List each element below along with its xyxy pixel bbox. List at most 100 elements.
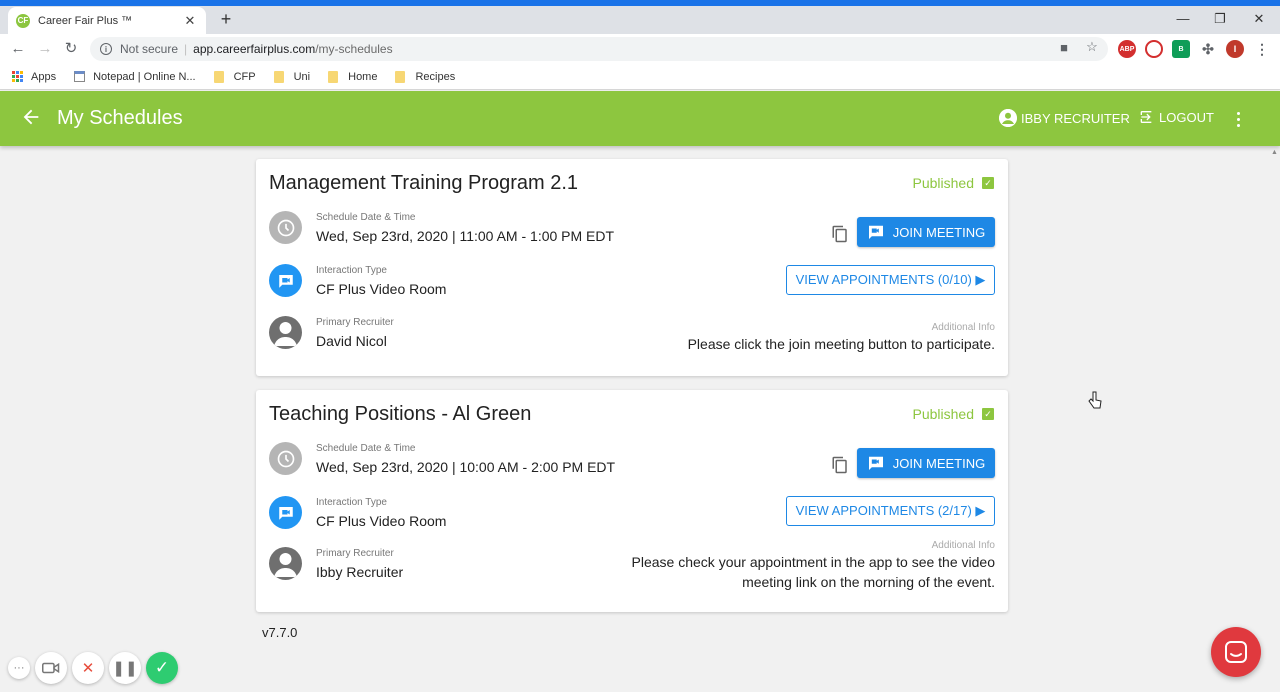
date-label: Schedule Date & Time [316, 211, 416, 223]
logout-icon [1140, 111, 1152, 123]
additional-info-value: Please check your appointment in the app… [632, 552, 995, 592]
bookmark-uni[interactable]: Uni [273, 70, 310, 83]
tab-close-icon[interactable]: ✕ [182, 13, 198, 29]
status-badge: Published ✓ [912, 175, 994, 191]
site-info-icon[interactable]: i [100, 43, 112, 55]
scroll-up-arrow-icon[interactable]: ▲ [1271, 149, 1278, 156]
cancel-recording-icon[interactable]: ✕ [72, 652, 104, 684]
person-icon [269, 316, 302, 349]
status-badge: Published ✓ [913, 406, 994, 422]
schedule-date-row: Schedule Date & Time Wed, Sep 23rd, 2020… [269, 442, 615, 475]
bookmarks-bar: Apps Notepad | Online N... CFP Uni Home … [0, 64, 1280, 90]
additional-info-value: Please click the join meeting button to … [688, 334, 995, 354]
bookmark-label: Home [348, 70, 378, 83]
bookmark-star-icon[interactable]: ☆ [1084, 39, 1100, 55]
minimize-icon[interactable]: — [1168, 9, 1198, 29]
bookmark-recipes[interactable]: Recipes [395, 70, 456, 83]
additional-info-line: Please click the join meeting button to … [687, 336, 995, 352]
schedule-title: Management Training Program 2.1 [269, 172, 579, 194]
date-value: Wed, Sep 23rd, 2020 | 10:00 AM - 2:00 PM… [316, 458, 616, 475]
forward-icon[interactable]: → [35, 39, 55, 59]
restore-icon[interactable]: ❐ [1205, 9, 1235, 29]
copy-icon[interactable] [831, 224, 849, 244]
schedule-card: Management Training Program 2.1 Publishe… [256, 159, 1008, 376]
bookmark-cfp[interactable]: CFP [213, 70, 256, 83]
recruiter-label: Primary Recruiter [316, 316, 394, 328]
url-host: app.careerfairplus.com [193, 42, 316, 56]
view-appointments-button[interactable]: VIEW APPOINTMENTS (2/17) ▶ [786, 496, 995, 526]
logout-button[interactable]: LOGOUT [1138, 109, 1214, 125]
account-circle-icon [999, 109, 1017, 127]
not-secure-label: Not secure [120, 42, 179, 56]
join-meeting-button[interactable]: JOIN MEETING [857, 448, 995, 478]
finish-recording-icon[interactable]: ✓ [146, 652, 178, 684]
user-menu[interactable]: IBBY RECRUITER [999, 109, 1130, 127]
puzzle-extensions-icon[interactable]: ✣ [1199, 40, 1217, 58]
camera-icon[interactable]: ■ [1056, 40, 1072, 55]
bookmark-label: Recipes [415, 70, 456, 83]
schedule-card: Teaching Positions - Al Green Published … [256, 390, 1008, 612]
cfp-favicon-icon: CF [16, 13, 30, 28]
interaction-type-row: Interaction Type CF Plus Video Room [269, 264, 446, 297]
person-icon [269, 547, 302, 580]
camera-toggle-icon[interactable] [35, 652, 67, 684]
bookmark-apps[interactable]: Apps [12, 71, 56, 83]
chrome-extension-icon[interactable] [1145, 40, 1163, 58]
folder-icon [328, 70, 339, 83]
video-chat-icon [269, 264, 302, 297]
join-meeting-button[interactable]: JOIN MEETING [857, 217, 995, 247]
interaction-type-row: Interaction Type CF Plus Video Room [269, 496, 446, 529]
join-meeting-label: JOIN MEETING [892, 224, 986, 240]
additional-info-label: Additional Info [931, 322, 995, 333]
folder-icon [395, 70, 406, 83]
view-appointments-button[interactable]: VIEW APPOINTMENTS (0/10) ▶ [786, 265, 995, 295]
browser-tab[interactable]: CF Career Fair Plus ™ ✕ [8, 7, 206, 34]
omnibox-separator: | [184, 42, 188, 56]
clock-icon [269, 211, 302, 244]
folder-icon [213, 70, 224, 83]
bookmark-home[interactable]: Home [328, 70, 378, 83]
recruiter-value: David Nicol [316, 332, 387, 349]
bookmark-notepad[interactable]: Notepad | Online N... [74, 71, 196, 83]
date-label: Schedule Date & Time [316, 442, 416, 454]
app-version: v7.7.0 [262, 625, 298, 640]
sheets-extension-icon[interactable]: B [1172, 40, 1190, 58]
url-path: /my-schedules [315, 42, 393, 56]
status-label: Published [912, 175, 975, 191]
copy-icon[interactable] [831, 455, 849, 475]
adblock-extension-icon[interactable]: ABP [1118, 40, 1136, 58]
more-icon[interactable]: ··· [8, 657, 30, 679]
back-icon[interactable]: ← [8, 39, 28, 59]
recorder-toolbar: ··· ✕ ❚❚ ✓ [8, 652, 178, 684]
apps-grid-icon [12, 71, 23, 82]
more-options-icon[interactable] [1230, 109, 1246, 129]
reload-icon[interactable]: ↻ [61, 39, 81, 59]
address-bar[interactable]: i Not secure | app.careerfairplus.com/my… [90, 37, 1108, 61]
window-close-icon[interactable]: ✕ [1244, 9, 1274, 29]
back-arrow-icon[interactable] [20, 106, 42, 128]
extensions-bar: ABP B ✣ I ⋮ [1118, 40, 1271, 58]
checkbox-checked-icon: ✓ [982, 177, 994, 189]
schedule-date-row: Schedule Date & Time Wed, Sep 23rd, 2020… [269, 211, 614, 244]
checkbox-checked-icon: ✓ [982, 408, 994, 420]
pause-icon[interactable]: ❚❚ [109, 652, 141, 684]
logout-label: LOGOUT [1159, 109, 1214, 125]
video-chat-icon [868, 225, 883, 239]
bookmark-label: CFP [233, 70, 256, 83]
chat-launcher-button[interactable] [1211, 627, 1261, 677]
additional-info-line: Please check your appointment in the app… [631, 554, 995, 570]
type-label: Interaction Type [316, 264, 387, 276]
new-tab-button[interactable]: + [216, 9, 236, 29]
chat-icon [1225, 641, 1247, 663]
additional-info-label: Additional Info [931, 540, 995, 551]
browser-menu-icon[interactable]: ⋮ [1253, 40, 1271, 58]
recruiter-row: Primary Recruiter David Nicol [269, 316, 394, 349]
video-chat-icon [868, 456, 883, 470]
video-chat-icon [269, 496, 302, 529]
notepad-icon [74, 71, 86, 82]
type-value: CF Plus Video Room [316, 512, 447, 529]
user-name: IBBY RECRUITER [1021, 110, 1130, 126]
app-header: My Schedules IBBY RECRUITER LOGOUT [0, 91, 1280, 146]
profile-avatar[interactable]: I [1226, 40, 1244, 58]
recruiter-row: Primary Recruiter Ibby Recruiter [269, 547, 403, 580]
